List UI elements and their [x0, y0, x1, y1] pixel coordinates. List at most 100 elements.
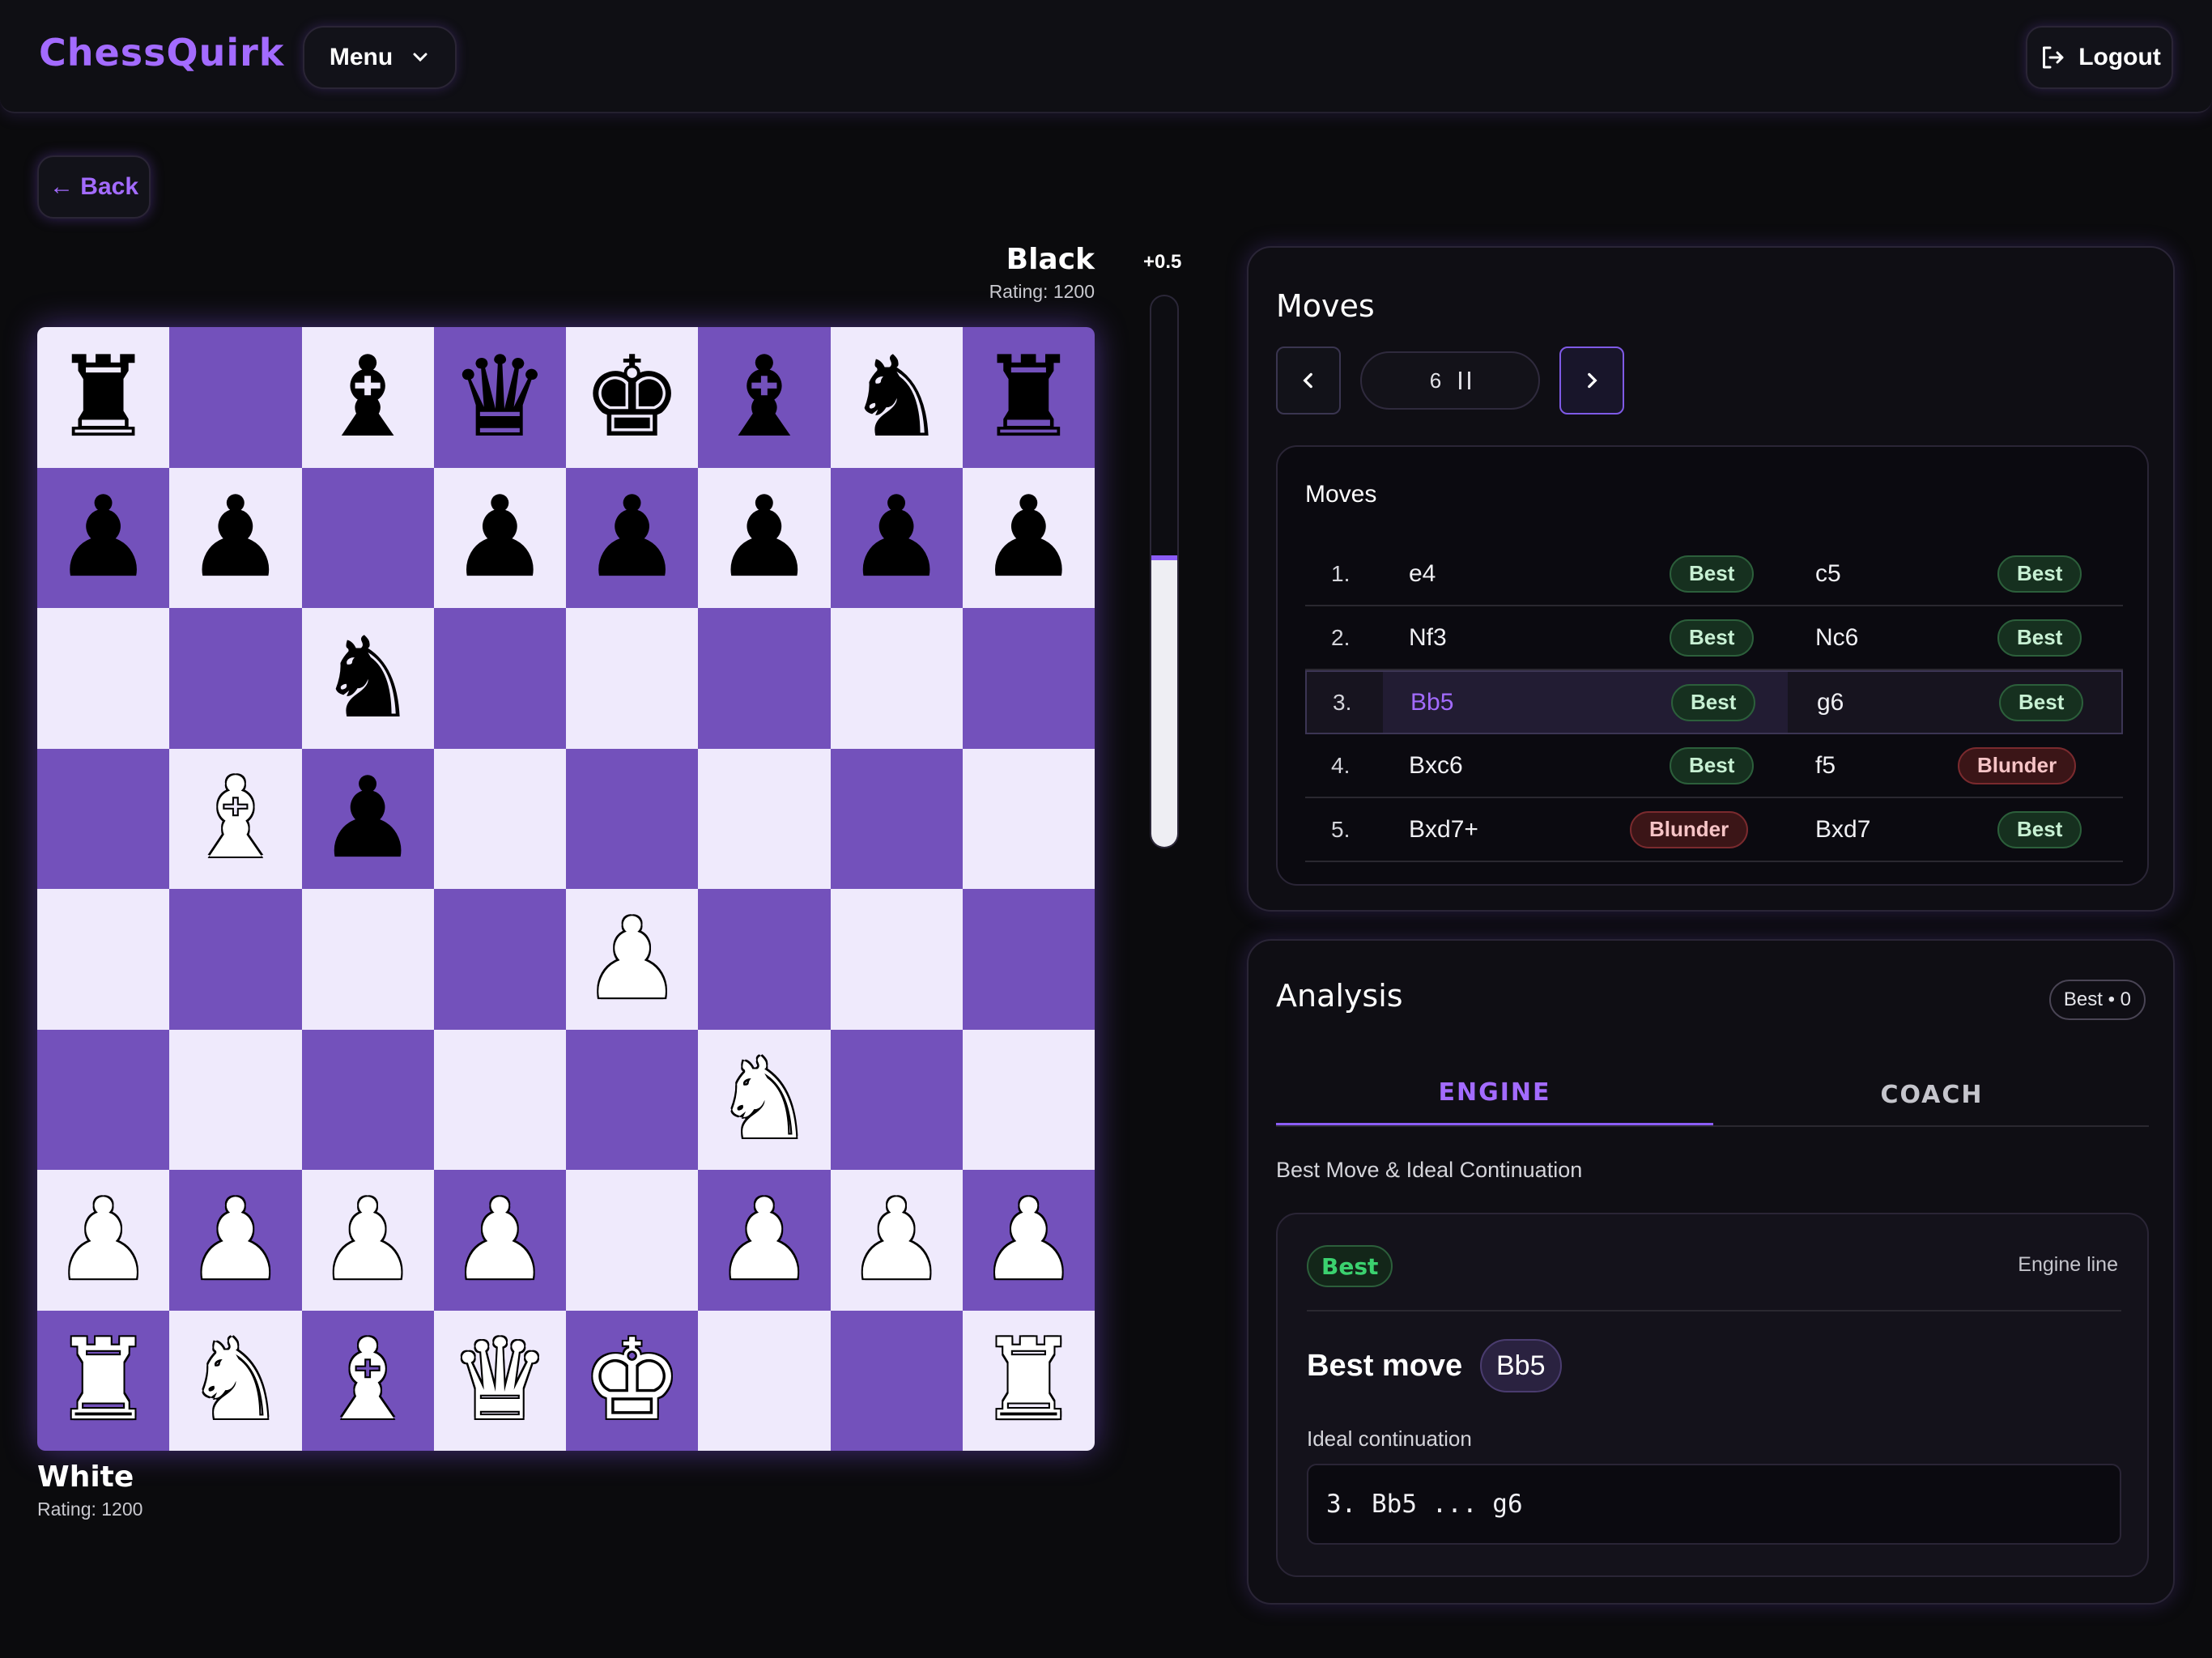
- square-e2[interactable]: [566, 1170, 699, 1311]
- black-pawn-icon[interactable]: ♟: [582, 482, 683, 593]
- black-pawn-icon[interactable]: ♟: [317, 763, 418, 874]
- square-a7[interactable]: ♟: [37, 467, 170, 608]
- square-e3[interactable]: [566, 1029, 699, 1170]
- square-c5[interactable]: ♟: [301, 748, 434, 889]
- black-pawn-icon[interactable]: ♟: [846, 482, 946, 593]
- square-g7[interactable]: ♟: [830, 467, 963, 608]
- square-b8[interactable]: [169, 327, 302, 468]
- square-b3[interactable]: [169, 1029, 302, 1170]
- white-pawn-icon[interactable]: ♟: [714, 1184, 815, 1296]
- move-row[interactable]: 5. Bxd7+ Blunder Bxd7 Best: [1305, 798, 2123, 862]
- white-rook-icon[interactable]: ♜: [979, 1324, 1079, 1436]
- black-rook-icon[interactable]: ♜: [53, 341, 154, 453]
- square-c6[interactable]: ♞: [301, 608, 434, 749]
- square-c8[interactable]: ♝: [301, 327, 434, 468]
- move-counter[interactable]: 6: [1360, 351, 1540, 410]
- square-a4[interactable]: [37, 889, 170, 1030]
- previous-move-button[interactable]: [1276, 346, 1341, 414]
- square-a3[interactable]: [37, 1029, 170, 1170]
- square-b7[interactable]: ♟: [169, 467, 302, 608]
- square-f3[interactable]: ♞: [698, 1029, 831, 1170]
- white-move[interactable]: Bxd7+: [1409, 816, 1478, 844]
- square-b6[interactable]: [169, 608, 302, 749]
- square-c1[interactable]: ♝: [301, 1310, 434, 1451]
- white-bishop-icon[interactable]: ♝: [185, 763, 286, 874]
- square-h6[interactable]: [962, 608, 1095, 749]
- black-pawn-icon[interactable]: ♟: [53, 482, 154, 593]
- best-move-chip[interactable]: Bb5: [1480, 1339, 1562, 1392]
- black-pawn-icon[interactable]: ♟: [714, 482, 815, 593]
- move-row[interactable]: 1. e4 Best c5 Best: [1305, 542, 2123, 606]
- black-pawn-icon[interactable]: ♟: [979, 482, 1079, 593]
- white-pawn-icon[interactable]: ♟: [317, 1184, 418, 1296]
- square-f8[interactable]: ♝: [698, 327, 831, 468]
- square-e4[interactable]: ♟: [566, 889, 699, 1030]
- logout-button[interactable]: Logout: [2026, 26, 2173, 89]
- square-h4[interactable]: [962, 889, 1095, 1030]
- white-pawn-icon[interactable]: ♟: [979, 1184, 1079, 1296]
- square-f5[interactable]: [698, 748, 831, 889]
- square-d1[interactable]: ♛: [433, 1310, 566, 1451]
- square-c4[interactable]: [301, 889, 434, 1030]
- chess-board[interactable]: ♜ ♝ ♛ ♚ ♝ ♞ ♜ ♟ ♟ ♟ ♟ ♟ ♟ ♟ ♞ ♝ ♟ ♟ ♞ ♟ ♟ ♟ ♟ ♟ ♟ ♟ ♜ ♞ ♝ ♛ ♚ ♜: [37, 327, 1095, 1451]
- white-king-icon[interactable]: ♚: [582, 1324, 683, 1436]
- square-e7[interactable]: ♟: [566, 467, 699, 608]
- move-row[interactable]: 2. Nf3 Best Nc6 Best: [1305, 606, 2123, 670]
- square-b5[interactable]: ♝: [169, 748, 302, 889]
- square-g6[interactable]: [830, 608, 963, 749]
- square-b4[interactable]: [169, 889, 302, 1030]
- square-a6[interactable]: [37, 608, 170, 749]
- white-move[interactable]: Bxc6: [1409, 752, 1463, 780]
- white-pawn-icon[interactable]: ♟: [582, 903, 683, 1015]
- square-c3[interactable]: [301, 1029, 434, 1170]
- square-d6[interactable]: [433, 608, 566, 749]
- white-pawn-icon[interactable]: ♟: [450, 1184, 551, 1296]
- black-knight-icon[interactable]: ♞: [846, 341, 946, 453]
- move-row[interactable]: 4. Bxc6 Best f5 Blunder: [1305, 734, 2123, 798]
- black-move[interactable]: Nc6: [1815, 624, 1858, 652]
- square-g2[interactable]: ♟: [830, 1170, 963, 1311]
- square-g3[interactable]: [830, 1029, 963, 1170]
- white-move[interactable]: e4: [1409, 560, 1436, 588]
- square-d5[interactable]: [433, 748, 566, 889]
- square-d3[interactable]: [433, 1029, 566, 1170]
- square-e6[interactable]: [566, 608, 699, 749]
- square-h2[interactable]: ♟: [962, 1170, 1095, 1311]
- square-f1[interactable]: [698, 1310, 831, 1451]
- next-move-button[interactable]: [1559, 346, 1624, 414]
- back-button[interactable]: ← Back: [37, 155, 151, 219]
- black-knight-icon[interactable]: ♞: [317, 622, 418, 734]
- square-a2[interactable]: ♟: [37, 1170, 170, 1311]
- white-rook-icon[interactable]: ♜: [53, 1324, 154, 1436]
- tab-engine[interactable]: ENGINE: [1276, 1062, 1713, 1127]
- white-bishop-icon[interactable]: ♝: [317, 1324, 418, 1436]
- black-move[interactable]: c5: [1815, 560, 1841, 588]
- white-queen-icon[interactable]: ♛: [450, 1324, 551, 1436]
- square-f7[interactable]: ♟: [698, 467, 831, 608]
- white-pawn-icon[interactable]: ♟: [185, 1184, 286, 1296]
- square-g4[interactable]: [830, 889, 963, 1030]
- menu-button[interactable]: Menu: [303, 26, 457, 89]
- black-move[interactable]: f5: [1815, 752, 1836, 780]
- square-e5[interactable]: [566, 748, 699, 889]
- square-d2[interactable]: ♟: [433, 1170, 566, 1311]
- app-logo[interactable]: ChessQuirk: [39, 31, 284, 74]
- black-move[interactable]: Bxd7: [1815, 816, 1870, 844]
- square-h5[interactable]: [962, 748, 1095, 889]
- white-pawn-icon[interactable]: ♟: [53, 1184, 154, 1296]
- square-e1[interactable]: ♚: [566, 1310, 699, 1451]
- square-e8[interactable]: ♚: [566, 327, 699, 468]
- square-b1[interactable]: ♞: [169, 1310, 302, 1451]
- square-g1[interactable]: [830, 1310, 963, 1451]
- black-bishop-icon[interactable]: ♝: [714, 341, 815, 453]
- square-f2[interactable]: ♟: [698, 1170, 831, 1311]
- move-row-selected[interactable]: 3. Bb5 Best g6 Best: [1305, 670, 2123, 734]
- black-rook-icon[interactable]: ♜: [979, 341, 1079, 453]
- square-g8[interactable]: ♞: [830, 327, 963, 468]
- white-knight-icon[interactable]: ♞: [714, 1044, 815, 1155]
- black-bishop-icon[interactable]: ♝: [317, 341, 418, 453]
- square-h3[interactable]: [962, 1029, 1095, 1170]
- square-a5[interactable]: [37, 748, 170, 889]
- white-pawn-icon[interactable]: ♟: [846, 1184, 946, 1296]
- black-move[interactable]: g6: [1817, 689, 1844, 716]
